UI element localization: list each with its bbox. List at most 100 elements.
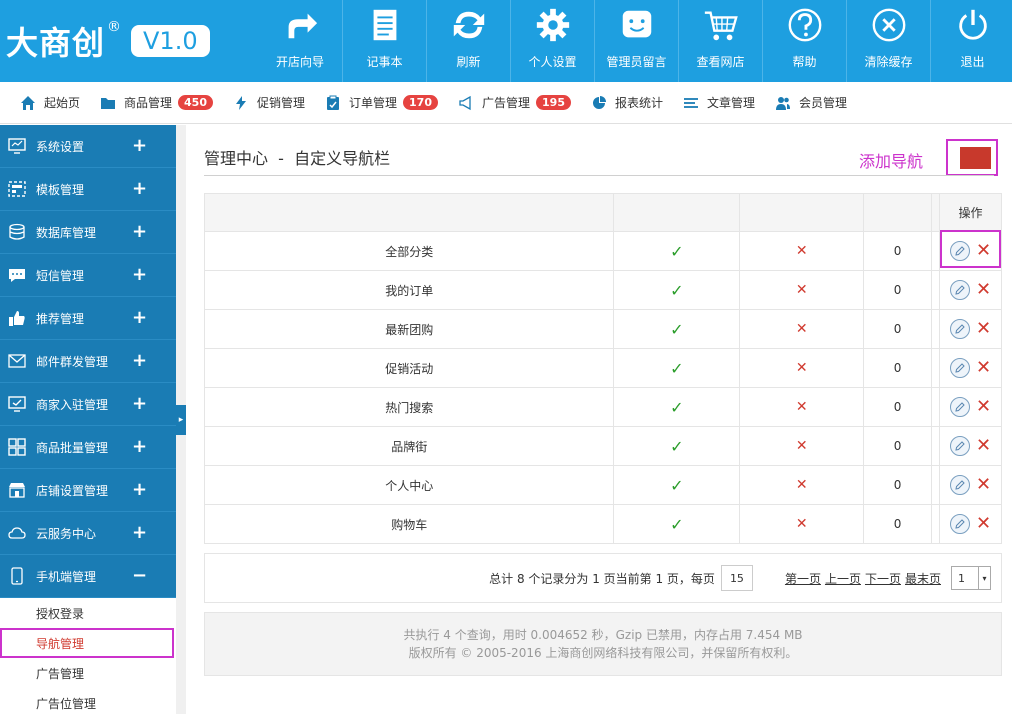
table-row: 购物车 ✓ ✕ 0 ✕ (203, 504, 1003, 544)
delete-icon[interactable]: ✕ (976, 398, 991, 416)
sidebar-item-mobile[interactable]: 手机端管理 − (0, 555, 176, 598)
subnav-articles[interactable]: 文章管理 (683, 94, 755, 111)
expand-toggle[interactable]: + (132, 481, 147, 499)
edit-icon[interactable] (949, 241, 970, 261)
sidebar-item-shop-settings[interactable]: 店铺设置管理 + (0, 469, 176, 512)
grid-icon (8, 438, 26, 456)
page-select[interactable]: 1 ▾ (951, 566, 991, 590)
topnav-logout[interactable]: 退出 (930, 0, 1012, 82)
enabled-cell[interactable]: ✓ (613, 504, 741, 544)
prev-page-link[interactable]: 上一页 (825, 570, 861, 587)
sidebar-item-batch-products[interactable]: 商品批量管理 + (0, 426, 176, 469)
edit-icon[interactable] (949, 280, 970, 300)
edit-icon[interactable] (949, 358, 970, 378)
page-select-value: 1 (958, 571, 965, 585)
topnav-personal-settings[interactable]: 个人设置 (510, 0, 594, 82)
expand-toggle[interactable]: + (132, 266, 147, 284)
sidebar-item-sms[interactable]: 短信管理 + (0, 254, 176, 297)
topnav-clear-cache[interactable]: 清除缓存 (846, 0, 930, 82)
subnav-orders[interactable]: 订单管理 170 (325, 94, 438, 111)
enabled-cell[interactable]: ✓ (613, 426, 741, 466)
spacer-cell (931, 387, 940, 427)
sidebar-item-database[interactable]: 数据库管理 + (0, 211, 176, 254)
edit-icon[interactable] (949, 475, 970, 495)
new-window-cell[interactable]: ✕ (739, 348, 865, 388)
brand-logo[interactable]: 大商创 ® V1.0 (0, 0, 266, 82)
delete-icon[interactable]: ✕ (976, 242, 991, 260)
subnav-reports[interactable]: 报表统计 (591, 94, 663, 111)
topnav-view-store[interactable]: 查看网店 (678, 0, 762, 82)
sidebar-item-merchant-entry[interactable]: 商家入驻管理 + (0, 383, 176, 426)
topnav-refresh[interactable]: 刷新 (426, 0, 510, 82)
sidebar-item-templates[interactable]: 模板管理 + (0, 168, 176, 211)
edit-icon[interactable] (949, 319, 970, 339)
first-page-link[interactable]: 第一页 (785, 570, 821, 587)
spacer-cell (931, 504, 940, 544)
delete-icon[interactable]: ✕ (976, 359, 991, 377)
sidebar-collapse-handle[interactable]: ▸ (176, 405, 186, 435)
enabled-cell[interactable]: ✓ (613, 387, 741, 427)
help-icon (785, 5, 825, 45)
collapse-toggle[interactable]: − (132, 567, 147, 585)
pie-chart-icon (591, 95, 607, 111)
sidebar-subitem-ad-management[interactable]: 广告管理 (0, 658, 176, 688)
expand-toggle[interactable]: + (132, 309, 147, 327)
new-window-cell[interactable]: ✕ (739, 270, 865, 310)
edit-icon[interactable] (949, 514, 970, 534)
next-page-link[interactable]: 下一页 (865, 570, 901, 587)
last-page-link[interactable]: 最末页 (905, 570, 941, 587)
new-window-cell[interactable]: ✕ (739, 426, 865, 466)
sidebar-subitem-ad-position[interactable]: 广告位管理 (0, 688, 176, 714)
expand-toggle[interactable]: + (132, 524, 147, 542)
edit-icon[interactable] (949, 436, 970, 456)
actions-cell: ✕ (938, 465, 1003, 505)
add-nav-button-highlight (946, 139, 998, 176)
sidebar-item-cloud-service[interactable]: 云服务中心 + (0, 512, 176, 555)
expand-toggle[interactable]: + (132, 352, 147, 370)
sidebar-item-recommend[interactable]: 推荐管理 + (0, 297, 176, 340)
new-window-cell[interactable]: ✕ (739, 465, 865, 505)
new-window-cell[interactable]: ✕ (739, 504, 865, 544)
expand-toggle[interactable]: + (132, 395, 147, 413)
delete-icon[interactable]: ✕ (976, 515, 991, 533)
enabled-cell[interactable]: ✓ (613, 309, 741, 349)
edit-icon[interactable] (949, 397, 970, 417)
gear-icon (533, 5, 573, 45)
delete-icon[interactable]: ✕ (976, 320, 991, 338)
sidebar-subitem-auth-login[interactable]: 授权登录 (0, 598, 176, 628)
delete-icon[interactable]: ✕ (976, 281, 991, 299)
sidebar-subitem-nav-management[interactable]: 导航管理 (0, 628, 174, 658)
subnav-ads[interactable]: 广告管理 195 (458, 94, 571, 111)
delete-icon[interactable]: ✕ (976, 476, 991, 494)
per-page-input[interactable]: 15 (720, 565, 753, 591)
subnav-products[interactable]: 商品管理 450 (100, 94, 213, 111)
enabled-cell[interactable]: ✓ (613, 465, 741, 505)
column-header-actions: 操作 (938, 193, 1003, 232)
enabled-cell[interactable]: ✓ (613, 270, 741, 310)
expand-toggle[interactable]: + (132, 223, 147, 241)
sidebar-item-label: 商家入驻管理 (36, 397, 109, 412)
sidebar-item-system-settings[interactable]: 系统设置 + (0, 125, 176, 168)
enabled-cell[interactable]: ✓ (613, 348, 741, 388)
enabled-cell[interactable]: ✓ (613, 231, 741, 271)
delete-icon[interactable]: ✕ (976, 437, 991, 455)
new-window-cell[interactable]: ✕ (739, 309, 865, 349)
expand-toggle[interactable]: + (132, 137, 147, 155)
sidebar-item-mass-mail[interactable]: 邮件群发管理 + (0, 340, 176, 383)
subnav-home[interactable]: 起始页 (20, 94, 80, 111)
add-nav-button[interactable] (960, 147, 991, 169)
new-window-cell[interactable]: ✕ (739, 387, 865, 427)
add-nav-link[interactable]: 添加导航 (859, 148, 923, 172)
expand-toggle[interactable]: + (132, 180, 147, 198)
pagination-bar: 总计 8 个记录分为 1 页当前第 1 页，每页 15 第一页 上一页 下一页 … (204, 553, 1002, 603)
subnav-members[interactable]: 会员管理 (775, 94, 847, 111)
subnav-promotions[interactable]: 促销管理 (233, 94, 305, 111)
subnav-label: 广告管理 (482, 96, 531, 110)
expand-toggle[interactable]: + (132, 438, 147, 456)
new-window-cell[interactable]: ✕ (739, 231, 865, 271)
topnav-help[interactable]: 帮助 (762, 0, 846, 82)
topnav-store-wizard[interactable]: 开店向导 (258, 0, 342, 82)
topnav-notepad[interactable]: 记事本 (342, 0, 426, 82)
row-actions: ✕ (940, 436, 1001, 456)
topnav-admin-message[interactable]: 管理员留言 (594, 0, 678, 82)
